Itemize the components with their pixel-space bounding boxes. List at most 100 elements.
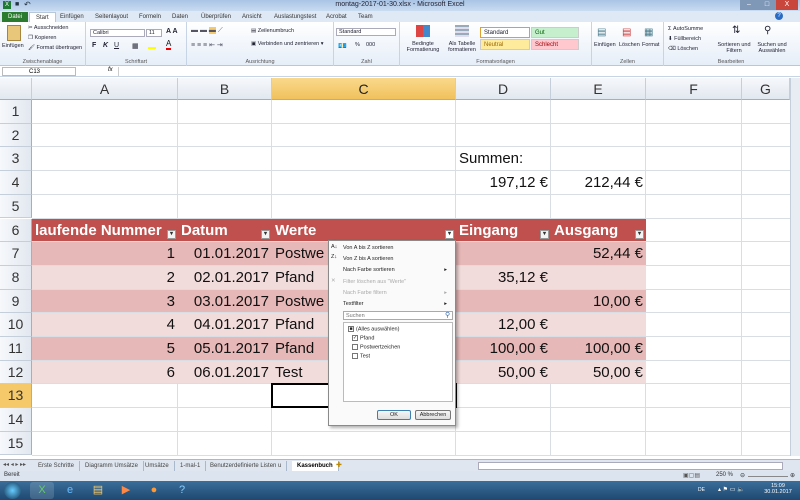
- filter-dropdown-button[interactable]: ▾: [167, 230, 176, 240]
- tab-team[interactable]: Team: [352, 12, 379, 22]
- language-indicator[interactable]: DE: [698, 487, 705, 493]
- table-cell[interactable]: 2: [32, 265, 178, 289]
- vertical-scrollbar[interactable]: [790, 78, 800, 456]
- filter-dropdown-button[interactable]: ▾: [261, 230, 270, 240]
- table-cell[interactable]: 3: [32, 289, 178, 313]
- table-header-cell[interactable]: laufende Nummer ▾: [32, 218, 178, 242]
- italic-button[interactable]: K: [103, 42, 108, 49]
- style-neutral[interactable]: Neutral: [480, 39, 530, 50]
- table-cell[interactable]: 12,00 €: [456, 313, 551, 336]
- clear-button[interactable]: ⌫ Löschen: [668, 46, 698, 52]
- row-header-3[interactable]: 3: [0, 147, 32, 172]
- filter-list-item[interactable]: ✓ Pfand: [352, 335, 374, 341]
- filter-dropdown-button[interactable]: ▾: [445, 230, 454, 240]
- delete-cells-button[interactable]: Löschen: [619, 42, 640, 48]
- font-color-icon[interactable]: A: [166, 40, 172, 50]
- column-header-E[interactable]: E: [551, 78, 646, 100]
- summary-label[interactable]: Summen:: [456, 147, 551, 170]
- menu-sort-za[interactable]: Von Z bis A sortieren: [343, 254, 393, 264]
- checkbox[interactable]: ✓: [352, 335, 358, 341]
- autosum-button[interactable]: Σ AutoSumme: [668, 26, 703, 32]
- filter-list-item[interactable]: Test: [352, 353, 370, 359]
- row-header-8[interactable]: 8: [0, 265, 32, 290]
- taskbar-explorer-icon[interactable]: ▤: [86, 482, 110, 499]
- name-box[interactable]: C13: [2, 67, 76, 76]
- minimize-button[interactable]: –: [740, 0, 758, 10]
- row-header-7[interactable]: 7: [0, 242, 32, 266]
- table-cell[interactable]: 05.01.2017: [178, 337, 272, 360]
- align-left-icons[interactable]: ≡ ≡ ≡ ⇤ ⇥: [191, 41, 223, 49]
- table-cell[interactable]: 1: [32, 242, 178, 265]
- tab-ansicht[interactable]: Ansicht: [236, 12, 268, 22]
- paste-button[interactable]: Einfügen: [2, 43, 24, 49]
- table-cell[interactable]: [456, 242, 551, 265]
- format-as-table-button[interactable]: Als Tabelle formatieren: [444, 41, 480, 53]
- maximize-button[interactable]: □: [758, 0, 776, 10]
- wrap-text-button[interactable]: ▤ Zeilenumbruch: [251, 28, 294, 34]
- table-cell[interactable]: 06.01.2017: [178, 360, 272, 384]
- checkbox[interactable]: ■: [348, 326, 354, 332]
- row-header-12[interactable]: 12: [0, 360, 32, 385]
- taskbar-media-icon[interactable]: ▶: [114, 482, 138, 499]
- menu-clear-filter[interactable]: Filter löschen aus "Werte": [343, 277, 406, 287]
- format-painter-button[interactable]: 🖌 Format übertragen: [28, 45, 82, 51]
- filter-dropdown-button[interactable]: ▾: [635, 230, 644, 240]
- fill-button[interactable]: ⬇ Füllbereich: [668, 36, 701, 42]
- table-cell[interactable]: 03.01.2017: [178, 289, 272, 313]
- taskbar-excel-icon[interactable]: X: [30, 482, 54, 499]
- row-header-1[interactable]: 1: [0, 100, 32, 124]
- table-cell[interactable]: 35,12 €: [456, 265, 551, 289]
- row-header-2[interactable]: 2: [0, 123, 32, 148]
- menu-sort-az[interactable]: Von A bis Z sortieren: [343, 243, 393, 253]
- merge-center-button[interactable]: ▣ Verbinden und zentrieren ▾: [251, 41, 324, 47]
- insert-sheet-icon[interactable]: ✚: [336, 461, 342, 469]
- thousands-button[interactable]: 000: [366, 42, 375, 48]
- filter-list-item[interactable]: ■ (Alles auswählen): [348, 326, 399, 332]
- clock[interactable]: 15:09 30.01.2017: [760, 483, 796, 495]
- table-cell[interactable]: 4: [32, 313, 178, 336]
- table-cell[interactable]: [456, 289, 551, 313]
- underline-button[interactable]: U: [114, 42, 119, 49]
- select-all-corner[interactable]: [0, 78, 32, 100]
- table-cell[interactable]: 52,44 €: [551, 242, 646, 265]
- checkbox[interactable]: [352, 353, 358, 359]
- find-select-button[interactable]: Suchen und Auswählen: [752, 42, 792, 54]
- sheet-tab[interactable]: Diagramm Umsätze: [80, 461, 145, 471]
- row-header-5[interactable]: 5: [0, 194, 32, 219]
- zoom-in-icon[interactable]: ⊕: [790, 472, 795, 479]
- row-header-15[interactable]: 15: [0, 431, 32, 456]
- align-top-icons[interactable]: ▬ ▬ ▬ ⟋: [191, 27, 223, 35]
- column-header-D[interactable]: D: [456, 78, 551, 100]
- filter-dropdown-button[interactable]: ▾: [540, 230, 549, 240]
- close-button[interactable]: X: [776, 0, 798, 10]
- view-buttons-icon[interactable]: ▣▢▤: [683, 472, 700, 479]
- style-schlecht[interactable]: Schlecht: [531, 39, 579, 50]
- table-header-cell[interactable]: Werte ▾: [272, 218, 456, 242]
- table-cell[interactable]: [551, 313, 646, 336]
- filter-search-input[interactable]: [343, 311, 453, 320]
- help-icon[interactable]: ?: [775, 12, 783, 20]
- row-header-6[interactable]: 6: [0, 218, 32, 243]
- table-cell[interactable]: 100,00 €: [456, 337, 551, 360]
- tab-einfuegen[interactable]: Einfügen: [54, 12, 90, 22]
- font-size-select[interactable]: 11: [146, 29, 162, 37]
- sort-filter-button[interactable]: Sortieren und Filtern: [716, 42, 752, 54]
- tab-ueberpruefen[interactable]: Überprüfen: [195, 12, 237, 22]
- sheet-tab[interactable]: Kassenbuch: [292, 461, 339, 471]
- menu-sort-by-color[interactable]: Nach Farbe sortieren ▸: [343, 265, 451, 275]
- tab-auslastungstest[interactable]: Auslastungstest: [268, 12, 322, 22]
- table-cell[interactable]: 50,00 €: [456, 360, 551, 384]
- column-header-G[interactable]: G: [742, 78, 790, 100]
- table-cell[interactable]: [551, 265, 646, 289]
- conditional-format-button[interactable]: Bedingte Formatierung: [405, 41, 441, 53]
- tab-formeln[interactable]: Formeln: [133, 12, 167, 22]
- sheet-tab[interactable]: 1-mal-1: [175, 461, 207, 471]
- tray-icons[interactable]: ▴ ⚑ ▭ 🔈: [718, 486, 745, 493]
- table-cell[interactable]: 02.01.2017: [178, 265, 272, 289]
- table-cell[interactable]: 50,00 €: [551, 360, 646, 384]
- copy-button[interactable]: ❐ Kopieren: [28, 35, 57, 41]
- horizontal-scrollbar[interactable]: [478, 462, 783, 470]
- row-header-9[interactable]: 9: [0, 289, 32, 314]
- column-header-F[interactable]: F: [646, 78, 742, 100]
- start-orb-icon[interactable]: [4, 482, 21, 499]
